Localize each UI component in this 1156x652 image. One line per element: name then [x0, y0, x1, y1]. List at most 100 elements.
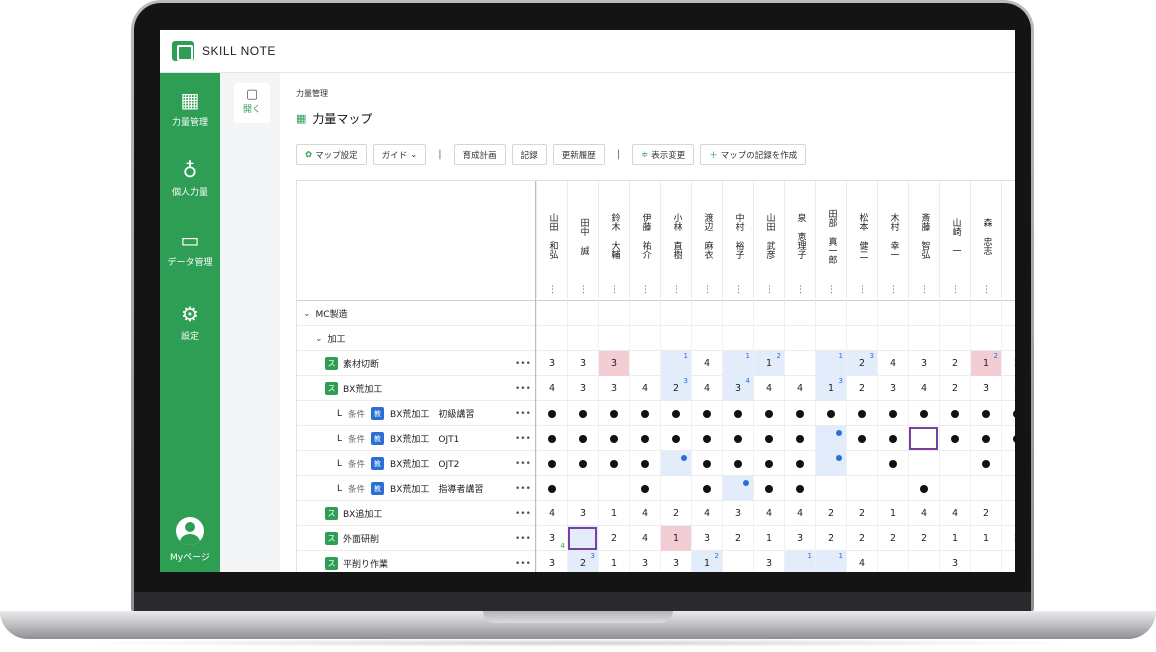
skill-cell[interactable]: 3	[567, 376, 598, 401]
skill-cell[interactable]: 2	[939, 351, 970, 376]
skill-cell[interactable]	[567, 401, 598, 426]
skill-cell[interactable]	[722, 401, 753, 426]
column-header[interactable]: 木村 幸一 ⋮	[877, 181, 908, 301]
skill-cell[interactable]	[970, 451, 1001, 476]
skill-cell[interactable]	[815, 451, 846, 476]
skill-cell[interactable]	[722, 451, 753, 476]
chevron-down-icon[interactable]: ⌄	[315, 334, 323, 344]
training-plan-button[interactable]: 育成計画	[453, 144, 506, 165]
skill-cell[interactable]	[815, 476, 846, 501]
skill-cell[interactable]	[753, 301, 784, 326]
skill-row[interactable]: ス外面研削•••3424132132222112	[297, 526, 1015, 551]
skill-cell[interactable]	[939, 301, 970, 326]
skill-cell[interactable]: 3	[784, 526, 815, 551]
skill-cell[interactable]	[908, 476, 939, 501]
skill-cell[interactable]	[722, 551, 753, 572]
open-folder-button[interactable]: ▢ 開く	[234, 83, 270, 123]
skill-cell[interactable]	[970, 326, 1001, 351]
skill-cell[interactable]: 2	[1001, 526, 1015, 551]
column-menu-icon[interactable]: ⋮	[816, 285, 847, 295]
skill-row[interactable]: ス平削り作業 ••• 3 2 3 1 3 3 1 2 3 1 1 4 3	[297, 551, 1015, 572]
skill-cell[interactable]: 4	[877, 351, 908, 376]
skill-cell[interactable]: 4	[536, 501, 567, 526]
row-menu-icon[interactable]: •••	[515, 476, 531, 501]
skill-cell[interactable]	[753, 401, 784, 426]
condition-row[interactable]: L 条件教 BX荒加工 初級講習 •••	[297, 401, 1015, 426]
skill-cell[interactable]	[691, 426, 722, 451]
skill-cell[interactable]	[815, 401, 846, 426]
skill-cell[interactable]	[939, 451, 970, 476]
skill-cell[interactable]	[877, 551, 908, 572]
skill-cell[interactable]: 4	[629, 526, 660, 551]
skill-cell[interactable]	[1001, 476, 1015, 501]
column-header[interactable]: 渡辺 麻衣 ⋮	[691, 181, 722, 301]
skill-cell[interactable]	[691, 451, 722, 476]
column-menu-icon[interactable]: ⋮	[692, 285, 723, 295]
skill-cell[interactable]: 4	[691, 501, 722, 526]
skill-cell[interactable]	[629, 301, 660, 326]
skill-cell[interactable]: 1	[877, 501, 908, 526]
sidebar-item-mypage[interactable]: Myページ	[160, 517, 220, 563]
skill-cell[interactable]	[536, 326, 567, 351]
skill-cell[interactable]	[536, 301, 567, 326]
skill-cell[interactable]: 4	[753, 501, 784, 526]
skill-cell[interactable]	[877, 451, 908, 476]
skill-cell[interactable]: 3	[598, 351, 629, 376]
skill-cell[interactable]	[1001, 301, 1015, 326]
skill-cell[interactable]	[660, 301, 691, 326]
skill-row[interactable]: ス BX追加工 ••• 4 3 1 4 2 4 3 4 4 2 2 1 4 4 2	[297, 501, 1015, 526]
skill-cell[interactable]: 23	[660, 376, 691, 401]
skill-cell[interactable]	[846, 426, 877, 451]
skill-cell[interactable]: 3	[908, 351, 939, 376]
skill-cell[interactable]: 2	[598, 526, 629, 551]
skill-cell[interactable]	[815, 326, 846, 351]
column-header[interactable]: 中村 裕子 ⋮	[722, 181, 753, 301]
skill-cell[interactable]: 3	[629, 551, 660, 572]
skill-cell[interactable]	[598, 451, 629, 476]
skill-cell[interactable]: 1	[660, 351, 691, 376]
skill-cell[interactable]	[691, 476, 722, 501]
skill-cell[interactable]: 4	[629, 376, 660, 401]
create-record-button[interactable]: ＋マップの記録を作成	[700, 144, 807, 165]
skill-cell[interactable]	[629, 426, 660, 451]
skill-cell[interactable]: 12	[970, 351, 1001, 376]
skill-cell[interactable]: 2	[908, 526, 939, 551]
skill-row[interactable]: ス素材切断•••33314112123432122	[297, 351, 1015, 376]
column-menu-icon[interactable]: ⋮	[1002, 285, 1015, 295]
skill-cell[interactable]: 23	[846, 351, 877, 376]
skill-cell[interactable]: 4	[753, 376, 784, 401]
skill-cell[interactable]: 1	[939, 526, 970, 551]
skill-cell[interactable]	[1001, 401, 1015, 426]
skill-cell[interactable]	[536, 401, 567, 426]
sidebar-item-personal-skill[interactable]: ♁ 個人力量	[160, 159, 220, 198]
column-menu-icon[interactable]: ⋮	[909, 285, 940, 295]
skill-cell[interactable]: 12	[753, 351, 784, 376]
condition-row[interactable]: L 条件教 BX荒加工 OJT1 •••	[297, 426, 1015, 451]
skill-cell[interactable]	[660, 326, 691, 351]
skill-cell[interactable]	[846, 476, 877, 501]
skill-cell[interactable]: 4	[691, 351, 722, 376]
column-header[interactable]: 田中 誠 ⋮	[567, 181, 598, 301]
skill-cell[interactable]: 1	[784, 551, 815, 572]
skill-cell[interactable]	[939, 401, 970, 426]
skill-cell[interactable]: 3	[1001, 376, 1015, 401]
row-menu-icon[interactable]: •••	[515, 426, 531, 451]
skill-cell[interactable]: 4	[629, 501, 660, 526]
skill-cell[interactable]	[567, 301, 598, 326]
skill-cell[interactable]	[970, 426, 1001, 451]
group-row[interactable]: ⌄ MC製造	[297, 301, 1015, 326]
column-header[interactable]: 鈴木 大輔 ⋮	[598, 181, 629, 301]
skill-cell[interactable]	[908, 426, 939, 451]
skill-cell[interactable]: 4	[908, 501, 939, 526]
column-menu-icon[interactable]: ⋮	[661, 285, 692, 295]
column-header[interactable]: 伊藤 祐介 ⋮	[629, 181, 660, 301]
skill-cell[interactable]: 23	[567, 551, 598, 572]
skill-cell[interactable]: 2	[846, 526, 877, 551]
skill-cell[interactable]: 13	[815, 376, 846, 401]
column-header[interactable]: 山田 武彦 ⋮	[753, 181, 784, 301]
skill-cell[interactable]	[722, 426, 753, 451]
skill-cell[interactable]: 4	[691, 376, 722, 401]
skill-cell[interactable]	[970, 301, 1001, 326]
skill-cell[interactable]	[970, 551, 1001, 572]
skill-cell[interactable]	[660, 401, 691, 426]
